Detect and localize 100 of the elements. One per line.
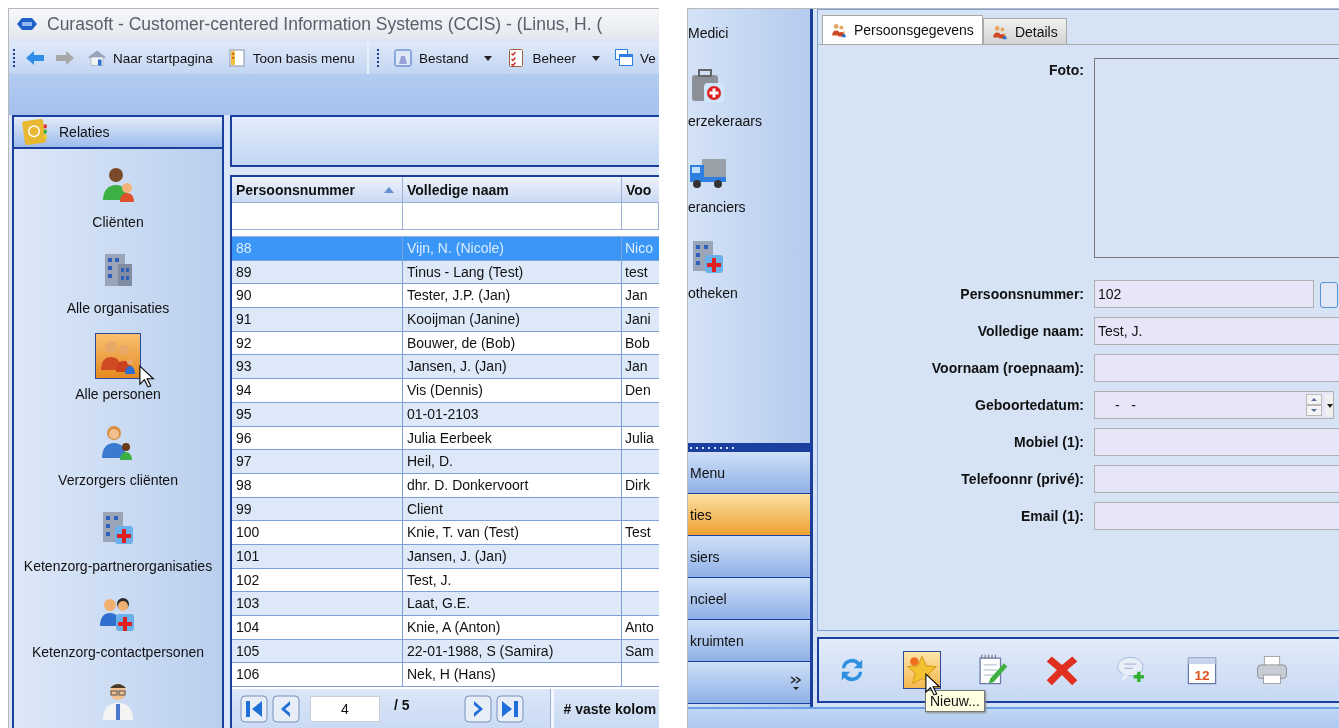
table-row[interactable]: 99 Client	[232, 497, 659, 522]
table-cell-text: Julia	[624, 428, 655, 448]
table-row[interactable]: 89 Tinus - Lang (Test) test	[232, 260, 659, 285]
navigation-item[interactable]: erzekeraars	[688, 113, 762, 129]
navigation-button[interactable]: Menu	[688, 452, 810, 494]
sidebar-item[interactable]: Alle personen	[14, 321, 222, 407]
tab[interactable]: Details	[982, 18, 1067, 44]
toolbar-button[interactable]: Toon basis menu	[224, 48, 357, 68]
table-cell: Test, J.	[403, 568, 622, 592]
table-cell-text: Dirk	[624, 475, 651, 495]
table-row[interactable]: 104 Knie, A (Anton) Anto	[232, 616, 659, 640]
table-cell: 99	[232, 497, 403, 521]
table-cell: 101	[232, 544, 403, 568]
table-cell: 89	[232, 260, 403, 284]
table-cell: 102	[232, 568, 403, 592]
navigation-button[interactable]: kruimten	[688, 620, 810, 662]
sidebar-item[interactable]: Alle organisaties	[14, 235, 222, 321]
calendar-button[interactable]: 12	[1183, 651, 1221, 689]
table-cell: Heil, D.	[403, 450, 622, 473]
table-cell: 95	[232, 402, 403, 426]
table-cell: Vis (Dennis)	[403, 379, 622, 402]
table-cell: 94	[232, 379, 403, 402]
navigation-item[interactable]: Medici	[688, 25, 729, 41]
table-cell: 91	[232, 308, 403, 331]
table-cell: Jansen, J. (Jan)	[403, 544, 622, 568]
table-cell: 22-01-1988, S (Samira)	[403, 639, 622, 663]
sidebar-item[interactable]: Cliënten	[14, 149, 222, 235]
table-cell-text: test	[624, 262, 649, 282]
toolbar-button[interactable]: Naar startpagina	[85, 48, 215, 68]
table-cell: 103	[232, 592, 403, 615]
sidebar-item[interactable]: Verzorgers cliënten	[14, 407, 222, 493]
navigation-item[interactable]: otheken	[688, 285, 738, 301]
table-cell: 97	[232, 450, 403, 473]
table-row[interactable]: 97 Heil, D.	[232, 450, 659, 474]
table-row[interactable]: 93 Jansen, J. (Jan) Jan	[232, 355, 659, 380]
sidebar-label: Verzorgers cliënten	[58, 472, 178, 488]
table-row[interactable]: 91 Kooijman (Janine) Jani	[232, 308, 659, 332]
table-row[interactable]: 106 Nek, H (Hans)	[232, 663, 659, 688]
table-row[interactable]: 94 Vis (Dennis) Den	[232, 379, 659, 403]
fixed-columns-label: # vaste kolom	[563, 701, 657, 717]
field-label: Persoonsnummer:	[959, 285, 1084, 302]
table-row[interactable]: 100 Knie, T. van (Test) Test	[232, 521, 659, 545]
table-cell: dhr. D. Donkervoort	[403, 473, 622, 497]
table-cell: Tinus - Lang (Test)	[403, 260, 622, 284]
page-input[interactable]: 4	[310, 696, 380, 722]
table-cell-text: Jan	[624, 357, 649, 377]
table-cell: 88	[232, 237, 403, 260]
input-field[interactable]: 102	[1094, 280, 1314, 308]
table-cell: Knie, T. van (Test)	[403, 521, 622, 544]
table-cell: Nek, H (Hans)	[403, 663, 622, 687]
table-cell: 96	[232, 426, 403, 450]
field-label: Voornaam (roepnaam):	[930, 359, 1084, 376]
table-row[interactable]: 98 dhr. D. Donkervoort Dirk	[232, 473, 659, 498]
field-label: Geboortedatum:	[974, 396, 1084, 413]
table-cell: Laat, G.E.	[403, 592, 622, 615]
table-row[interactable]: 101 Jansen, J. (Jan)	[232, 544, 659, 569]
window-title: Curasoft - Customer-centered Information Systems (CCIS) - (Linus, H. (	[47, 13, 603, 35]
navigation-button[interactable]: ties	[688, 494, 810, 536]
table-cell: Kooijman (Janine)	[403, 308, 622, 331]
column-header[interactable]: Volledige naam	[403, 177, 622, 203]
table-cell: 105	[232, 639, 403, 663]
table-cell: 104	[232, 616, 403, 639]
table-cell: Tester, J.P. (Jan)	[403, 284, 622, 308]
table-cell-text: Anto	[624, 618, 655, 637]
sidebar-label: Cliënten	[92, 214, 144, 230]
dropdown-button[interactable]: Beheer	[504, 48, 602, 68]
table-row[interactable]: 90 Tester, J.P. (Jan) Jan	[232, 284, 659, 309]
navigation-button[interactable]: ncieel	[688, 578, 810, 620]
column-header[interactable]: Persoonsnummer	[232, 177, 403, 203]
tab[interactable]: Persoonsgegevens	[822, 15, 983, 44]
sidebar-item[interactable]: Ketenzorg-partnerorganisaties	[14, 493, 222, 579]
table-cell: Bouwer, de (Bob)	[403, 331, 622, 355]
table-cell: Julia Eerbeek	[403, 426, 622, 450]
table-cell: Client	[403, 497, 622, 521]
sidebar-label: Alle organisaties	[66, 300, 170, 316]
input-field[interactable]: Test, J.	[1094, 317, 1339, 345]
toolbar-button[interactable]: Ve	[611, 48, 658, 68]
table-cell: Jansen, J. (Jan)	[403, 355, 622, 379]
table-cell-text: Jan	[624, 286, 649, 306]
sidebar-item[interactable]: Ketenzorg-contactpersonen	[14, 579, 222, 665]
page-total: / 5	[394, 697, 410, 713]
table-cell-text: Jani	[624, 310, 652, 330]
dropdown-button[interactable]: Bestand	[390, 48, 495, 68]
navigation-button[interactable]: siers	[688, 536, 810, 578]
field-label: Volledige naam:	[976, 322, 1084, 339]
table-row[interactable]: 102 Test, J.	[232, 568, 659, 593]
table-cell-text: Den	[624, 381, 652, 401]
table-row[interactable]: 103 Laat, G.E.	[232, 592, 659, 616]
table-cell: 98	[232, 473, 403, 497]
column-header[interactable]: Voo	[622, 177, 659, 203]
table-cell: 92	[232, 331, 403, 355]
table-row[interactable]: 105 22-01-1988, S (Samira) Sam	[232, 639, 659, 664]
table-row[interactable]: 95 01-01-2103	[232, 402, 659, 427]
table-row[interactable]: 96 Julia Eerbeek Julia	[232, 426, 659, 451]
navigation-item[interactable]: eranciers	[688, 199, 746, 215]
date-field[interactable]: - -	[1094, 391, 1334, 419]
table-cell: 106	[232, 663, 403, 687]
table-row[interactable]: 92 Bouwer, de (Bob) Bob	[232, 331, 659, 356]
table-cell-text: Sam	[624, 641, 655, 661]
sidebar-label: Ketenzorg-contactpersonen	[32, 644, 204, 660]
